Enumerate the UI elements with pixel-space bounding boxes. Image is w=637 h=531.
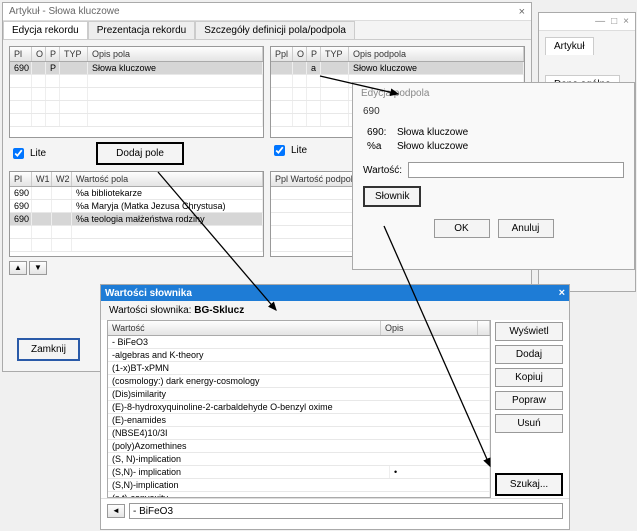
maximize-icon[interactable]: □: [611, 16, 617, 27]
prev-button[interactable]: ◄: [107, 504, 125, 518]
col-pl: Pl: [10, 47, 32, 61]
tab-prezentacja[interactable]: Prezentacja rekordu: [88, 21, 196, 39]
list-item[interactable]: (S,N)-implication: [108, 479, 490, 492]
list-item[interactable]: (S, N)-implication: [108, 453, 490, 466]
dict-titlebar: Wartości słownika ×: [101, 285, 569, 301]
grid-row[interactable]: [10, 88, 263, 101]
close-icon[interactable]: ×: [559, 287, 565, 299]
bg-titlebar: — □ ×: [539, 13, 635, 31]
list-item[interactable]: (poly)Azomethines: [108, 440, 490, 453]
dialog-title: Edycja podpola: [353, 83, 634, 104]
grid-row[interactable]: [10, 114, 263, 127]
grid-pola[interactable]: Pl O P TYP Opis pola 690 P Słowa kluczow…: [9, 46, 264, 138]
col-ppl: Ppl: [271, 47, 293, 61]
col-w2: W2: [52, 172, 72, 186]
add-field-button[interactable]: Dodaj pole: [96, 142, 184, 165]
col-o: O: [293, 47, 307, 61]
grid-row[interactable]: 690 P Słowa kluczowe: [10, 62, 263, 75]
value-label: Wartość:: [363, 165, 402, 176]
tab-edycja[interactable]: Edycja rekordu: [3, 21, 88, 39]
code-label: 690: [353, 104, 634, 119]
grid-row[interactable]: [10, 239, 263, 252]
col-wartosc: Wartość pola: [72, 172, 263, 186]
list-item[interactable]: -algebras and K-theory: [108, 349, 490, 362]
dict-list[interactable]: - BiFeO3 -algebras and K-theory (1-x)BT-…: [108, 336, 490, 497]
list-item[interactable]: (Dis)similarity: [108, 388, 490, 401]
value-input[interactable]: [408, 162, 624, 178]
grid-row[interactable]: [10, 101, 263, 114]
tab-szczegoly[interactable]: Szczegóły definicji pola/podpola: [195, 21, 355, 39]
col-wartosc: Wartość: [108, 321, 381, 335]
tab-strip: Edycja rekordu Prezentacja rekordu Szcze…: [3, 21, 531, 40]
col-opis: Opis: [381, 321, 478, 335]
grid-row[interactable]: 690%a Maryja (Matka Jezusa Chrystusa): [10, 200, 263, 213]
edit-subfield-dialog: Edycja podpola 690 690:Słowa kluczowe %a…: [352, 82, 635, 270]
close-icon[interactable]: ×: [623, 16, 629, 27]
list-item[interactable]: (1-x)BT-xPMN: [108, 362, 490, 375]
move-up-button[interactable]: ▲: [9, 261, 27, 275]
lite-checkbox-2[interactable]: Lite: [270, 142, 307, 159]
cancel-button[interactable]: Anuluj: [498, 219, 554, 238]
col-opis: Opis pola: [88, 47, 263, 61]
dict-subtitle-b: BG-Sklucz: [194, 305, 244, 316]
minimize-icon[interactable]: —: [595, 16, 605, 27]
col-p: P: [307, 47, 321, 61]
ok-button[interactable]: OK: [434, 219, 490, 238]
col-opis-podpola: Opis podpola: [349, 47, 524, 61]
col-typ: TYP: [60, 47, 88, 61]
col-w1: W1: [32, 172, 52, 186]
list-item[interactable]: (S,N)- implication•: [108, 466, 490, 479]
list-item[interactable]: (cosmology:) dark energy-cosmology: [108, 375, 490, 388]
grid-row[interactable]: [10, 226, 263, 239]
list-item[interactable]: - BiFeO3: [108, 336, 490, 349]
main-titlebar: Artykuł - Słowa kluczowe ×: [3, 3, 531, 21]
close-main-button[interactable]: Zamknij: [17, 338, 80, 361]
show-button[interactable]: Wyświetl: [495, 322, 563, 341]
dict-subtitle-a: Wartości słownika:: [109, 305, 194, 316]
line1-text: Słowa kluczowe: [397, 127, 468, 138]
dictionary-button[interactable]: Słownik: [363, 186, 421, 207]
dict-title: Wartości słownika: [105, 288, 192, 299]
col-p: P: [46, 47, 60, 61]
col-pl: Pl: [10, 172, 32, 186]
dictionary-window: Wartości słownika × Wartości słownika: B…: [100, 284, 570, 530]
grid-row[interactable]: a Słowo kluczowe: [271, 62, 524, 75]
main-title: Artykuł - Słowa kluczowe: [9, 6, 120, 17]
col-o: O: [32, 47, 46, 61]
grid-row[interactable]: 690%a bibliotekarze: [10, 187, 263, 200]
bottom-value-input[interactable]: - BiFeO3: [129, 503, 563, 519]
list-item[interactable]: (E)-8-hydroxyquinoline-2-carbaldehyde O-…: [108, 401, 490, 414]
grid-row[interactable]: [10, 75, 263, 88]
close-icon[interactable]: ×: [519, 6, 525, 18]
list-item[interactable]: (NBSE4)10/3I: [108, 427, 490, 440]
search-button[interactable]: Szukaj...: [495, 473, 563, 496]
delete-button[interactable]: Usuń: [495, 414, 563, 433]
add-button[interactable]: Dodaj: [495, 345, 563, 364]
line2-code: %a: [367, 141, 397, 152]
col-typ: TYP: [321, 47, 349, 61]
lite-checkbox[interactable]: Lite: [9, 145, 46, 162]
list-item[interactable]: (E)-enamides: [108, 414, 490, 427]
line2-text: Słowo kluczowe: [397, 141, 468, 152]
line1-code: 690:: [367, 127, 397, 138]
fix-button[interactable]: Popraw: [495, 391, 563, 410]
move-down-button[interactable]: ▼: [29, 261, 47, 275]
grid-row[interactable]: 690%a teologia małżeństwa rodziny: [10, 213, 263, 226]
list-item[interactable]: (s,t)-convexity: [108, 492, 490, 497]
tab-artykul[interactable]: Artykuł: [545, 37, 594, 55]
grid-wartosc-pola[interactable]: Pl W1 W2 Wartość pola 690%a bibliotekarz…: [9, 171, 264, 257]
copy-button[interactable]: Kopiuj: [495, 368, 563, 387]
